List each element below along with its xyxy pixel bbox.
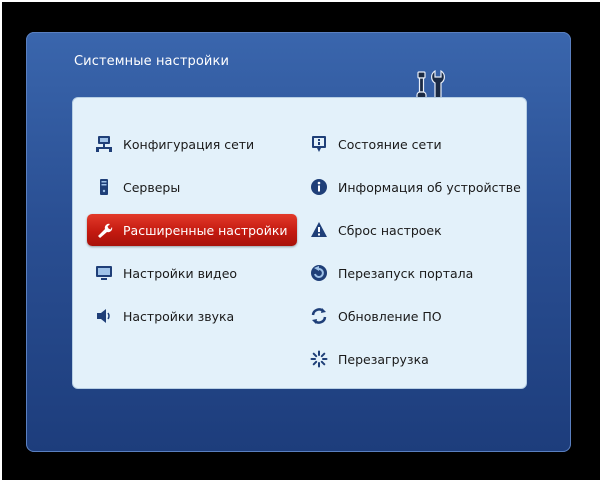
menu-item-factory-reset[interactable]: Сброс настроек [302,214,522,246]
menu-item-label: Информация об устройстве [338,179,521,195]
reboot-icon [310,350,328,368]
tv-screen: Системные настройки Конфигурация сети Се… [2,2,600,480]
menu-item-software-update[interactable]: Обновление ПО [302,300,522,332]
menu-item-label: Расширенные настройки [123,222,288,238]
menu-item-sound-settings[interactable]: Настройки звука [87,300,297,332]
menu-item-network-config[interactable]: Конфигурация сети [87,128,297,160]
menu-item-servers[interactable]: Серверы [87,171,297,203]
server-icon [95,178,113,196]
menu-item-device-info[interactable]: Информация об устройстве [302,171,522,203]
menu-item-label: Настройки звука [123,308,235,324]
speaker-icon [95,307,113,325]
menu-item-label: Сброс настроек [338,222,442,238]
monitor-icon [95,264,113,282]
settings-menu: Конфигурация сети Серверы Расширенные на… [72,97,527,389]
network-status-icon [310,135,328,153]
menu-item-restart-portal[interactable]: Перезапуск портала [302,257,522,289]
warning-icon [310,221,328,239]
network-config-icon [95,135,113,153]
update-icon [310,307,328,325]
restart-portal-icon [310,264,328,282]
wrench-icon [95,221,113,239]
menu-item-network-status[interactable]: Состояние сети [302,128,522,160]
menu-item-label: Перезагрузка [338,351,429,367]
menu-item-reboot[interactable]: Перезагрузка [302,343,522,375]
menu-item-label: Конфигурация сети [123,136,255,152]
info-icon [310,178,328,196]
system-settings-panel: Системные настройки Конфигурация сети Се… [26,32,571,452]
menu-item-label: Серверы [123,179,181,195]
menu-item-advanced-settings[interactable]: Расширенные настройки [87,214,297,246]
menu-item-label: Перезапуск портала [338,265,474,281]
menu-item-label: Состояние сети [338,136,442,152]
menu-item-label: Настройки видео [123,265,238,281]
menu-item-label: Обновление ПО [338,308,442,324]
menu-item-video-settings[interactable]: Настройки видео [87,257,297,289]
panel-title: Системные настройки [74,54,229,69]
